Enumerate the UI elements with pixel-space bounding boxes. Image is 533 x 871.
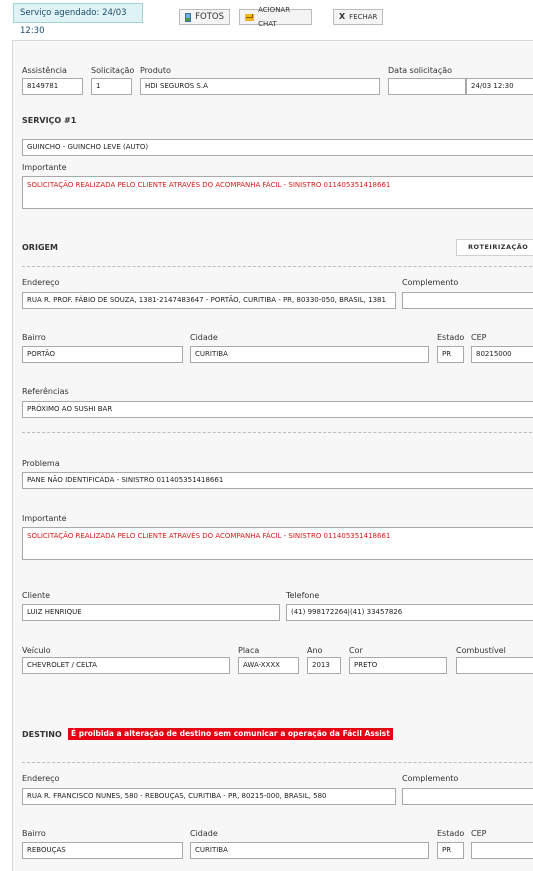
destino-cep-label: CEP bbox=[471, 829, 487, 838]
origem-bairro-label: Bairro bbox=[22, 333, 46, 342]
toolbar: Serviço agendado: 24/03 12:30 FOTOS ACIO… bbox=[0, 0, 533, 38]
data-solicitacao-date-field[interactable] bbox=[388, 78, 466, 95]
cor-field[interactable]: PRETO bbox=[349, 657, 447, 674]
destino-complemento-field[interactable] bbox=[402, 788, 533, 805]
acionar-chat-button[interactable]: ACIONAR CHAT bbox=[239, 6, 312, 28]
fechar-button[interactable]: X FECHAR bbox=[333, 9, 383, 25]
ano-field[interactable]: 2013 bbox=[307, 657, 341, 674]
section-divider bbox=[22, 266, 533, 267]
origem-cep-field[interactable]: 80215000 bbox=[471, 346, 533, 363]
destino-endereco-field[interactable]: RUA R. FRANCISCO NUNES, 580 - REBOUÇAS, … bbox=[22, 788, 396, 805]
cliente-label: Cliente bbox=[22, 591, 51, 600]
servico-tipo-field[interactable]: GUINCHO - GUINCHO LEVE (AUTO) bbox=[22, 139, 533, 156]
destino-cidade-field[interactable]: CURITIBA bbox=[190, 842, 429, 859]
destino-endereco-label: Endereço bbox=[22, 774, 60, 783]
service-panel bbox=[12, 40, 533, 871]
solicitacao-field[interactable]: 1 bbox=[91, 78, 132, 95]
servico-title: SERVIÇO #1 bbox=[22, 116, 77, 125]
origem-endereco-field[interactable]: RUA R. PROF. FÁBIO DE SOUZA, 1381-214748… bbox=[22, 292, 396, 309]
chat-label: ACIONAR CHAT bbox=[258, 6, 291, 28]
origem-complemento-field[interactable] bbox=[402, 292, 533, 309]
destino-estado-field[interactable]: PR bbox=[437, 842, 464, 859]
veiculo-label: Veículo bbox=[22, 646, 51, 655]
combustivel-label: Combustível bbox=[456, 646, 506, 655]
placa-label: Placa bbox=[238, 646, 260, 655]
destino-title: DESTINO bbox=[22, 730, 62, 739]
scheduled-service-badge: Serviço agendado: 24/03 12:30 bbox=[13, 3, 143, 36]
destino-cep-field[interactable] bbox=[471, 842, 533, 859]
origem-estado-label: Estado bbox=[437, 333, 465, 342]
fechar-label: FECHAR bbox=[349, 13, 378, 21]
origem-cep-label: CEP bbox=[471, 333, 487, 342]
detalhes-importante-label: Importante bbox=[22, 514, 67, 523]
origem-cidade-label: Cidade bbox=[190, 333, 218, 342]
section-divider bbox=[22, 762, 533, 763]
telefone-field[interactable]: (41) 998172264|(41) 33457826 bbox=[286, 604, 533, 621]
data-solicitacao-field[interactable]: 24/03 12:30 bbox=[466, 78, 533, 95]
cor-label: Cor bbox=[349, 646, 363, 655]
assistencia-field[interactable]: 8149781 bbox=[22, 78, 83, 95]
destino-cidade-label: Cidade bbox=[190, 829, 218, 838]
close-icon: X bbox=[339, 12, 346, 21]
detalhes-importante-field[interactable]: SOLICITAÇÃO REALIZADA PELO CLIENTE ATRAV… bbox=[22, 527, 533, 560]
origem-endereco-label: Endereço bbox=[22, 278, 60, 287]
combustivel-field[interactable] bbox=[456, 657, 533, 674]
image-icon bbox=[185, 12, 192, 22]
problema-label: Problema bbox=[22, 459, 60, 468]
destino-warning-badge: É proibida a alteração de destino sem co… bbox=[68, 728, 393, 740]
placa-field[interactable]: AWA-XXXX bbox=[238, 657, 299, 674]
produto-label: Produto bbox=[140, 66, 171, 75]
problema-field[interactable]: PANE NÃO IDENTIFICADA - SINISTRO 0114053… bbox=[22, 472, 533, 489]
destino-estado-label: Estado bbox=[437, 829, 465, 838]
destino-complemento-label: Complemento bbox=[402, 774, 459, 783]
origem-referencias-label: Referências bbox=[22, 387, 69, 396]
solicitacao-label: Solicitação bbox=[91, 66, 135, 75]
data-solicitacao-label: Data solicitação bbox=[388, 66, 453, 75]
envelope-icon bbox=[245, 13, 255, 21]
roteirizacao-button[interactable]: ROTEIRIZAÇÃO bbox=[456, 239, 533, 256]
origem-referencias-field[interactable]: PRÓXIMO AO SUSHI BAR bbox=[22, 401, 533, 418]
servico-importante-field[interactable]: SOLICITAÇÃO REALIZADA PELO CLIENTE ATRAV… bbox=[22, 176, 533, 209]
origem-title: ORIGEM bbox=[22, 243, 58, 252]
fotos-label: FOTOS bbox=[195, 12, 224, 22]
origem-bairro-field[interactable]: PORTÃO bbox=[22, 346, 183, 363]
destino-bairro-label: Bairro bbox=[22, 829, 46, 838]
section-divider bbox=[22, 432, 533, 433]
origem-cidade-field[interactable]: CURITIBA bbox=[190, 346, 429, 363]
cliente-field[interactable]: LUIZ HENRIQUE bbox=[22, 604, 280, 621]
fotos-button[interactable]: FOTOS bbox=[179, 9, 230, 25]
produto-field[interactable]: HDI SEGUROS S.A bbox=[140, 78, 380, 95]
telefone-label: Telefone bbox=[286, 591, 320, 600]
assistencia-label: Assistência bbox=[22, 66, 67, 75]
servico-importante-label: Importante bbox=[22, 163, 67, 172]
veiculo-field[interactable]: CHEVROLET / CELTA bbox=[22, 657, 230, 674]
ano-label: Ano bbox=[307, 646, 323, 655]
destino-bairro-field[interactable]: REBOUÇAS bbox=[22, 842, 183, 859]
origem-estado-field[interactable]: PR bbox=[437, 346, 464, 363]
origem-complemento-label: Complemento bbox=[402, 278, 459, 287]
